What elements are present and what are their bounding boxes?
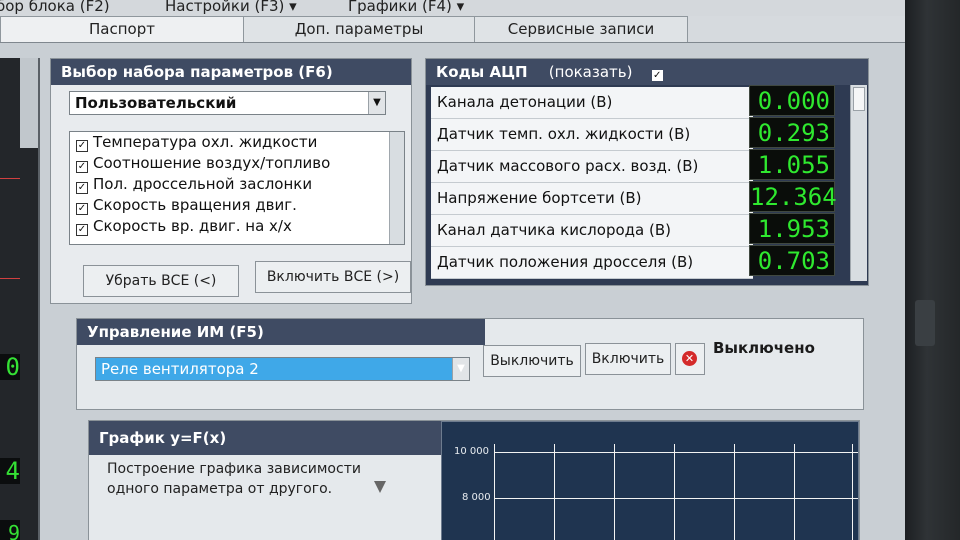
adc-row-label: Датчик положения дросселя (В)	[431, 247, 753, 279]
scroll-thumb[interactable]	[853, 87, 865, 111]
menu-bar: бор блока (F2) Настройки (F3) ▾ Графики …	[0, 0, 905, 17]
actuator-select[interactable]: Реле вентилятора 2 ▼	[95, 357, 470, 381]
left-led-value: 9	[0, 520, 20, 540]
list-item[interactable]: ✓ Соотношение воздух/топливо	[70, 153, 404, 174]
adc-row-label: Канала детонации (В)	[431, 87, 753, 119]
tab-extra-params[interactable]: Доп. параметры	[243, 16, 475, 42]
status-indicator: ✕	[675, 343, 705, 375]
tab-service-records[interactable]: Сервисные записи	[474, 16, 688, 42]
actuator-panel: Управление ИМ (F5) Реле вентилятора 2 ▼ …	[76, 318, 864, 410]
param-set-selected: Пользовательский	[75, 94, 237, 112]
list-item[interactable]: ✓ Скорость вращения двиг.	[70, 195, 404, 216]
menu-block-select[interactable]: бор блока (F2)	[0, 0, 110, 15]
graph-panel: График y=F(x) Построение графика зависим…	[88, 420, 860, 540]
adc-panel: Коды АЦП (показать) ✓ Канала детонации (…	[425, 58, 869, 286]
monitor-bezel	[905, 0, 960, 540]
left-led-value: 0	[0, 354, 20, 380]
checkbox-checked-icon[interactable]: ✓	[76, 203, 88, 215]
y-tick-label: 8 000	[462, 492, 491, 503]
adc-row-label: Датчик массового расх. возд. (В)	[431, 151, 753, 183]
graph-plot-area[interactable]: 10 000 8 000	[441, 421, 859, 540]
checkbox-checked-icon[interactable]: ✓	[76, 182, 88, 194]
adc-row-value: 1.055	[749, 149, 835, 180]
close-icon: ✕	[682, 351, 697, 366]
param-set-title: Выбор набора параметров (F6)	[51, 59, 411, 85]
checkbox-checked-icon[interactable]: ✓	[76, 224, 88, 236]
list-item[interactable]: ✓ Температура охл. жидкости	[70, 132, 404, 153]
left-scrollbar[interactable]	[20, 58, 38, 148]
chevron-down-icon[interactable]: ▼	[368, 92, 385, 114]
left-led-value: 4	[0, 458, 20, 484]
plot-grid	[494, 444, 858, 540]
graph-description: Построение графика зависимости одного па…	[107, 461, 361, 497]
adc-header: Коды АЦП (показать) ✓	[426, 59, 868, 85]
actuator-title: Управление ИМ (F5)	[77, 319, 485, 345]
mouse-cursor-icon	[374, 481, 386, 493]
turn-on-button[interactable]: Включить	[585, 343, 671, 375]
param-set-select[interactable]: Пользовательский ▼	[69, 91, 386, 115]
actuator-selected: Реле вентилятора 2	[101, 360, 259, 378]
enable-all-button[interactable]: Включить ВСЕ (>)	[255, 261, 411, 293]
remove-all-button[interactable]: Убрать ВСЕ (<)	[83, 265, 239, 297]
monitor-button	[915, 300, 935, 346]
adc-row-value: 12.364	[749, 181, 837, 212]
adc-row-value: 1.953	[749, 213, 835, 244]
divider	[0, 178, 20, 179]
actuator-status: Выключено	[713, 339, 815, 357]
menu-graphs[interactable]: Графики (F4) ▾	[348, 0, 464, 15]
adc-title: Коды АЦП	[436, 63, 528, 81]
divider	[0, 278, 20, 279]
param-set-panel: Выбор набора параметров (F6) Пользовател…	[50, 58, 412, 304]
adc-row-label: Канал датчика кислорода (В)	[431, 215, 753, 247]
adc-row-label: Напряжение бортсети (В)	[431, 183, 753, 215]
adc-show-label: (показать)	[548, 63, 633, 81]
y-tick-label: 10 000	[454, 446, 489, 457]
adc-row-value: 0.703	[749, 245, 835, 276]
adc-row-label: Датчик темп. охл. жидкости (В)	[431, 119, 753, 151]
adc-scrollbar[interactable]	[850, 85, 867, 281]
list-item[interactable]: ✓ Скорость вр. двиг. на х/х	[70, 216, 404, 237]
list-item[interactable]: ✓ Пол. дроссельной заслонки	[70, 174, 404, 195]
param-list-scrollbar[interactable]	[389, 132, 404, 244]
tab-bar: Паспорт Доп. параметры Сервисные записи	[0, 16, 905, 43]
tab-passport[interactable]: Паспорт	[0, 16, 244, 42]
chevron-down-icon[interactable]: ▼	[452, 358, 469, 380]
adc-show-checkbox[interactable]: ✓	[651, 70, 663, 81]
adc-row-value: 0.000	[749, 85, 835, 116]
graph-title: График y=F(x)	[89, 421, 449, 455]
menu-settings[interactable]: Настройки (F3) ▾	[165, 0, 297, 15]
turn-off-button[interactable]: Выключить	[483, 345, 581, 377]
checkbox-checked-icon[interactable]: ✓	[76, 140, 88, 152]
checkbox-checked-icon[interactable]: ✓	[76, 161, 88, 173]
adc-row-value: 0.293	[749, 117, 835, 148]
app-window: бор блока (F2) Настройки (F3) ▾ Графики …	[0, 0, 905, 540]
param-checklist: ✓ Температура охл. жидкости ✓ Соотношение …	[69, 131, 405, 245]
